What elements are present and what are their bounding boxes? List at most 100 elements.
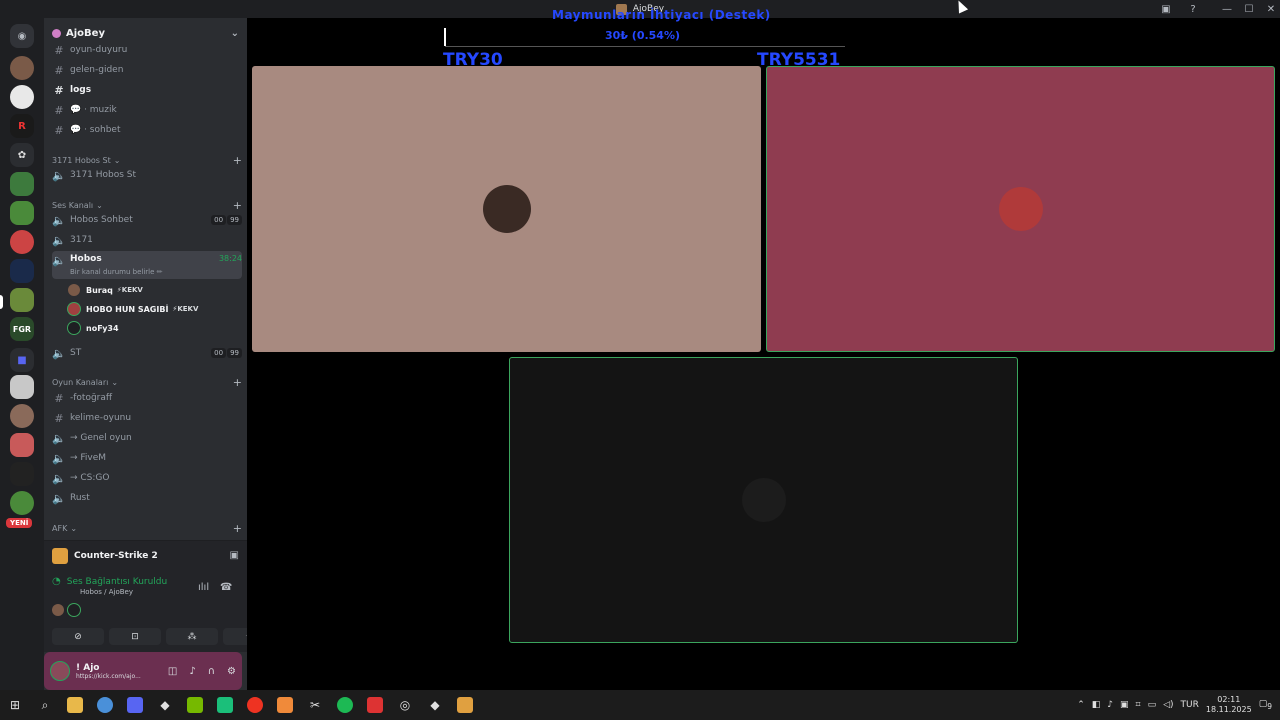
search-icon[interactable]: ⌕ xyxy=(30,690,60,720)
notification-icon[interactable]: ▢9 xyxy=(1259,699,1272,711)
minimize-button[interactable]: — xyxy=(1216,2,1238,16)
server-icon[interactable] xyxy=(10,259,34,283)
chevron-up-icon[interactable]: ⌃ xyxy=(1077,700,1085,710)
voice-channel-hobos-st[interactable]: 🔈 3171 Hobos St xyxy=(52,166,242,184)
voice-user[interactable]: noFy34 xyxy=(68,320,123,336)
server-icon[interactable]: R xyxy=(10,114,34,138)
speaker-icon: 🔈 xyxy=(52,168,66,182)
app-icon[interactable] xyxy=(270,690,300,720)
volume-icon[interactable]: ◁) xyxy=(1163,700,1173,710)
channel-fotograf[interactable]: # -fotoğraff xyxy=(52,389,242,407)
voice-channel-genel-oyun[interactable]: 🔈 → Genel oyun xyxy=(52,429,242,447)
xbox-icon[interactable] xyxy=(210,690,240,720)
maximize-button[interactable]: ☐ xyxy=(1238,2,1260,16)
tray-app-icon[interactable]: ▣ xyxy=(1120,700,1129,710)
opera-icon[interactable] xyxy=(240,690,270,720)
voice-channel-csgo[interactable]: 🔈 → CS:GO xyxy=(52,469,242,487)
chrome-icon[interactable] xyxy=(90,690,120,720)
language-indicator[interactable]: TUR xyxy=(1181,700,1199,710)
add-channel-icon[interactable]: + xyxy=(233,522,242,535)
microphone-icon[interactable]: ♪ xyxy=(1107,700,1113,710)
spotify-icon[interactable] xyxy=(330,690,360,720)
channel-oyun-duyuru[interactable]: # oyun-duyuru xyxy=(52,41,242,59)
voice-channel-hobos-sohbet[interactable]: 🔈 Hobos Sohbet 00 99 xyxy=(52,211,242,229)
hash-icon: # xyxy=(54,63,64,77)
tray-app-icon[interactable]: ⌗ xyxy=(1136,700,1141,710)
clock[interactable]: 02:11 18.11.2025 xyxy=(1206,695,1252,715)
avatar xyxy=(68,322,80,334)
steam-icon[interactable]: ◆ xyxy=(420,690,450,720)
server-icon[interactable] xyxy=(10,491,34,515)
donation-goal-progress: 30₺ (0.54%) xyxy=(605,29,681,42)
username[interactable]: ! Ajo xyxy=(76,663,141,673)
category-oyun-kanallari[interactable]: Oyun Kanaları ⌄ + xyxy=(52,376,242,389)
channel-muzik[interactable]: # 💬 · muzik xyxy=(52,101,242,119)
new-badge: YENİ xyxy=(6,518,33,528)
headphones-icon[interactable]: ∩ xyxy=(208,666,215,677)
voice-user[interactable]: HOBO HUN SAGIBİ ⚡KEKV xyxy=(68,301,198,317)
game-activity[interactable]: Counter-Strike 2 ▣ xyxy=(44,540,247,570)
category-afk[interactable]: AFK ⌄ + xyxy=(52,522,242,535)
tray-app-icon[interactable]: ◧ xyxy=(1092,700,1101,710)
channel-status[interactable]: Bir kanal durumu belirle ✏ xyxy=(70,268,163,276)
help-icon[interactable]: ? xyxy=(1187,3,1199,15)
windows-start-icon[interactable]: ⊞ xyxy=(0,690,30,720)
server-icon[interactable] xyxy=(10,230,34,254)
server-icon[interactable] xyxy=(10,85,34,109)
capcut-icon[interactable]: ✂ xyxy=(300,690,330,720)
camera-off-button[interactable]: ⊘ xyxy=(52,628,104,645)
steam-icon[interactable]: ◆ xyxy=(150,690,180,720)
chevron-down-icon[interactable]: ⌄ xyxy=(231,28,239,39)
channel-sohbet[interactable]: # 💬 · sohbet xyxy=(52,121,242,139)
voice-status[interactable]: ◔ Ses Bağlantısı Kuruldu xyxy=(52,576,239,587)
voice-channel-3171[interactable]: 🔈 3171 xyxy=(52,231,242,249)
server-icon[interactable] xyxy=(10,201,34,225)
voice-location[interactable]: Hobos / AjoBey xyxy=(80,588,239,596)
microphone-icon[interactable]: ♪ xyxy=(189,666,195,677)
noise-suppression-icon[interactable]: ılıl xyxy=(198,582,209,593)
screen-share-icon[interactable]: ▣ xyxy=(1160,3,1172,15)
windows-taskbar: ⊞ ⌕ ◆ ✂ ◎ ◆ ⌃ ◧ ♪ ▣ ⌗ ▭ ◁) TUR 02:11 18.… xyxy=(0,690,1280,720)
server-icon[interactable] xyxy=(10,375,34,399)
video-tile-speaking[interactable] xyxy=(509,357,1018,643)
server-icon[interactable]: ✿ xyxy=(10,143,34,167)
app-icon[interactable]: ◎ xyxy=(390,690,420,720)
voice-user[interactable]: Buraq ⚡KEKV xyxy=(68,282,143,298)
add-channel-icon[interactable]: + xyxy=(233,376,242,389)
activities-button[interactable]: ⁂ xyxy=(166,628,218,645)
discord-home-icon[interactable]: ◉ xyxy=(10,24,34,48)
game-icon xyxy=(52,547,68,564)
voice-channel-st[interactable]: 🔈 ST 00 99 xyxy=(52,344,242,362)
video-tile[interactable] xyxy=(252,66,761,352)
disconnect-icon[interactable]: ☎ xyxy=(220,582,232,593)
monitor-icon[interactable]: ▣ xyxy=(230,550,239,561)
app-icon[interactable] xyxy=(450,690,480,720)
folder-icon[interactable]: ■ xyxy=(10,348,34,372)
app-icon[interactable] xyxy=(360,690,390,720)
selected-server-pill xyxy=(0,295,3,309)
voice-channel-rust[interactable]: 🔈 Rust xyxy=(52,489,242,507)
goal-progress-track xyxy=(445,46,845,47)
nvidia-icon[interactable] xyxy=(180,690,210,720)
channel-logs[interactable]: # logs xyxy=(52,81,242,99)
video-tile-speaking[interactable] xyxy=(766,66,1275,352)
server-icon-ajobey[interactable] xyxy=(10,288,34,312)
file-explorer-icon[interactable] xyxy=(60,690,90,720)
screen-share-button[interactable]: ⊡ xyxy=(109,628,161,645)
server-icon[interactable] xyxy=(10,433,34,457)
server-icon[interactable]: FGR xyxy=(10,317,34,341)
avatar[interactable] xyxy=(50,661,70,681)
server-icon[interactable] xyxy=(10,172,34,196)
server-icon[interactable] xyxy=(10,56,34,80)
network-icon[interactable]: ▭ xyxy=(1148,700,1157,710)
gamepad-icon[interactable]: ◫ xyxy=(168,666,177,677)
voice-channel-fivem[interactable]: 🔈 → FiveM xyxy=(52,449,242,467)
channel-gelen-giden[interactable]: # gelen-giden xyxy=(52,61,242,79)
gear-icon[interactable]: ⚙ xyxy=(227,666,236,677)
server-icon[interactable] xyxy=(10,404,34,428)
hash-icon: # xyxy=(54,391,64,405)
close-button[interactable]: ✕ xyxy=(1260,2,1280,16)
discord-icon[interactable] xyxy=(120,690,150,720)
server-icon[interactable] xyxy=(10,462,34,486)
channel-kelime-oyunu[interactable]: # kelime-oyunu xyxy=(52,409,242,427)
